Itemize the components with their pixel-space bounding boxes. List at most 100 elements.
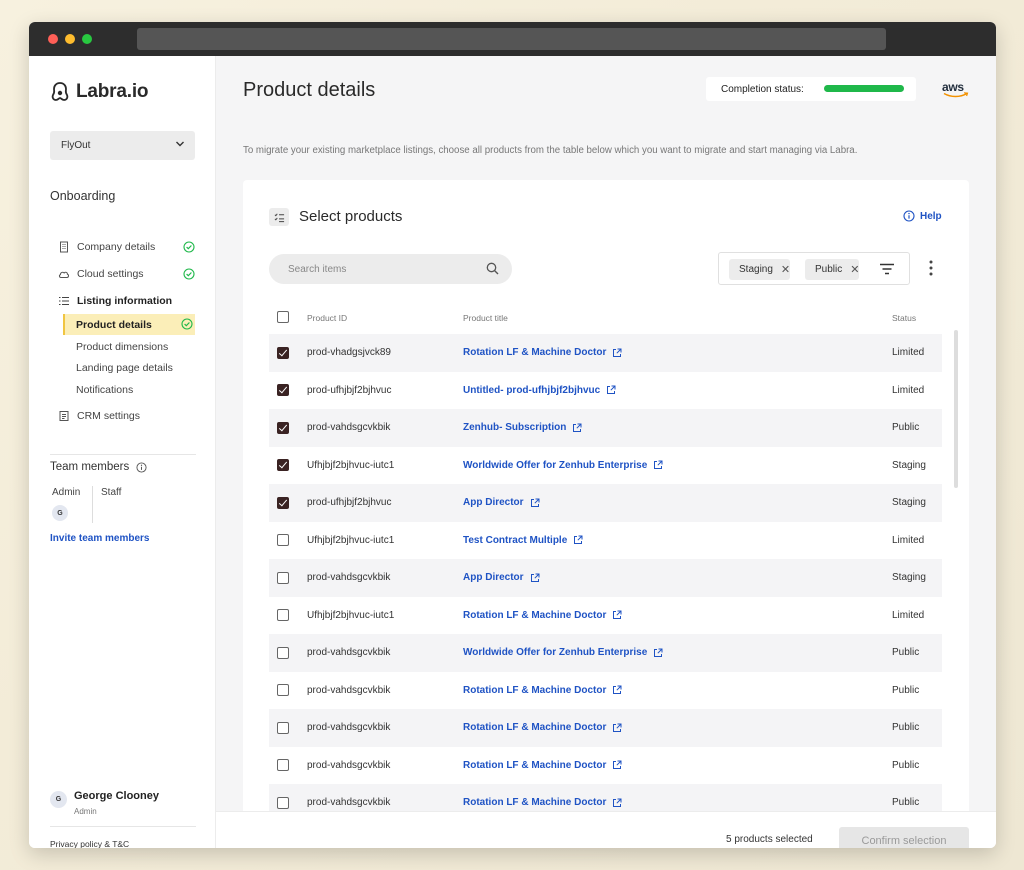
footer-bar: 5 products selected Confirm selection: [216, 811, 996, 848]
product-id-cell: prod-vahdsgcvkbik: [307, 759, 391, 771]
address-bar[interactable]: [137, 28, 886, 50]
external-link-icon[interactable]: [606, 685, 622, 695]
external-link-icon[interactable]: [566, 423, 582, 433]
row-checkbox[interactable]: [277, 571, 289, 584]
table-row[interactable]: Ufhjbjf2bjhvuc-iutc1 Worldwide Offer for …: [269, 447, 942, 485]
row-checkbox[interactable]: [277, 421, 289, 434]
invite-team-members-link[interactable]: Invite team members: [50, 533, 150, 544]
sidebar-subitem-landing-page-details[interactable]: Landing page details: [63, 357, 195, 378]
search-icon[interactable]: [486, 262, 499, 275]
select-all-checkbox[interactable]: [277, 311, 289, 323]
search-input[interactable]: Search items: [269, 254, 512, 284]
help-link[interactable]: Help: [903, 210, 942, 222]
product-title-link[interactable]: Rotation LF & Machine Doctor: [463, 760, 622, 771]
org-select[interactable]: FlyOut: [50, 131, 195, 160]
table-row[interactable]: prod-vahdsgcvkbik App Director Staging: [269, 559, 942, 597]
remove-filter-icon[interactable]: ✕: [781, 263, 790, 276]
filter-chip-public[interactable]: Public ✕: [805, 259, 860, 280]
external-link-icon[interactable]: [606, 798, 622, 808]
sidebar-subitem-notifications[interactable]: Notifications: [63, 379, 195, 400]
sidebar-item-crm-settings[interactable]: CRM settings: [58, 407, 195, 425]
info-icon: [903, 210, 915, 222]
table-row[interactable]: prod-vahdsgcvkbik Worldwide Offer for Zen…: [269, 634, 942, 672]
minimize-window-button[interactable]: [65, 34, 75, 44]
check-circle-icon: [183, 268, 195, 280]
table-row[interactable]: prod-ufhjbjf2bjhvuc App Director Staging: [269, 484, 942, 522]
status-cell: Staging: [892, 497, 926, 508]
confirm-selection-button[interactable]: Confirm selection: [839, 827, 969, 848]
row-checkbox[interactable]: [277, 496, 289, 509]
product-title-link[interactable]: Rotation LF & Machine Doctor: [463, 722, 622, 733]
product-title-link[interactable]: App Director: [463, 497, 540, 508]
table-row[interactable]: prod-ufhjbjf2bjhvuc Untitled- prod-ufhjbj…: [269, 372, 942, 410]
row-checkbox[interactable]: [277, 459, 289, 471]
more-options-icon[interactable]: [929, 260, 933, 276]
product-title-link[interactable]: Rotation LF & Machine Doctor: [463, 610, 622, 621]
row-checkbox[interactable]: [277, 759, 289, 771]
table-row[interactable]: Ufhjbjf2bjhvuc-iutc1 Test Contract Multip…: [269, 522, 942, 560]
filter-icon[interactable]: [879, 261, 895, 277]
external-link-icon[interactable]: [647, 648, 663, 658]
table-row[interactable]: prod-vahdsgcvkbik Zenhub- Subscription Pub…: [269, 409, 942, 447]
table-row[interactable]: prod-vahdsgcvkbik Rotation LF & Machine D…: [269, 709, 942, 747]
row-checkbox[interactable]: [277, 384, 289, 396]
row-checkbox[interactable]: [277, 684, 289, 696]
close-window-button[interactable]: [48, 34, 58, 44]
remove-filter-icon[interactable]: ✕: [850, 263, 859, 276]
product-title-link[interactable]: Rotation LF & Machine Doctor: [463, 797, 622, 808]
status-cell: Public: [892, 684, 920, 696]
current-user[interactable]: G George Clooney Admin: [50, 790, 159, 816]
table-row[interactable]: prod-vahdsgcvkbik Rotation LF & Machine D…: [269, 672, 942, 710]
product-title-text: Rotation LF & Machine Doctor: [463, 722, 607, 733]
table-scrollbar[interactable]: [954, 330, 958, 488]
product-id-cell: Ufhjbjf2bjhvuc-iutc1: [307, 609, 395, 621]
product-title-link[interactable]: Zenhub- Subscription: [463, 422, 582, 433]
product-title-link[interactable]: Untitled- prod-ufhjbjf2bjhvuc: [463, 385, 616, 396]
product-title-text: Worldwide Offer for Zenhub Enterprise: [463, 647, 648, 658]
table-row[interactable]: prod-vahdsgcvkbik Rotation LF & Machine D…: [269, 747, 942, 785]
avatar[interactable]: G: [52, 505, 68, 521]
table-row[interactable]: prod-vhadgsjvck89 Rotation LF & Machine D…: [269, 334, 942, 372]
info-icon[interactable]: [136, 461, 147, 473]
intro-text: To migrate your existing marketplace lis…: [243, 145, 858, 156]
row-checkbox[interactable]: [277, 796, 289, 809]
product-id-cell: prod-ufhjbjf2bjhvuc: [307, 497, 392, 508]
row-checkbox[interactable]: [277, 721, 289, 734]
sidebar-item-company-details[interactable]: Company details: [58, 238, 195, 256]
row-checkbox[interactable]: [277, 646, 289, 659]
maximize-window-button[interactable]: [82, 34, 92, 44]
selected-count: 5 products selected: [726, 834, 813, 845]
sidebar-subitem-product-dimensions[interactable]: Product dimensions: [63, 336, 195, 357]
filter-chip-staging[interactable]: Staging ✕: [729, 259, 791, 280]
external-link-icon[interactable]: [647, 460, 663, 470]
sidebar-item-listing-information[interactable]: Listing information: [58, 292, 195, 310]
product-title-text: Test Contract Multiple: [463, 534, 568, 546]
external-link-icon[interactable]: [606, 723, 622, 733]
external-link-icon[interactable]: [606, 348, 622, 358]
privacy-policy-link[interactable]: Privacy policy & T&C: [50, 839, 129, 848]
external-link-icon[interactable]: [524, 498, 540, 508]
product-title-link[interactable]: App Director: [463, 572, 540, 583]
product-title-link[interactable]: Rotation LF & Machine Doctor: [463, 347, 622, 358]
row-checkbox[interactable]: [277, 346, 289, 359]
logo[interactable]: Labra.io: [50, 81, 149, 103]
external-link-icon[interactable]: [606, 760, 622, 770]
product-title-link[interactable]: Test Contract Multiple: [463, 535, 583, 546]
external-link-icon[interactable]: [606, 610, 622, 620]
product-id-cell: prod-vahdsgcvkbik: [307, 647, 391, 658]
external-link-icon[interactable]: [567, 535, 583, 545]
product-title-text: Zenhub- Subscription: [463, 422, 567, 433]
external-link-icon[interactable]: [600, 385, 616, 395]
sidebar-subitem-product-details[interactable]: Product details: [63, 314, 195, 335]
product-title-link[interactable]: Worldwide Offer for Zenhub Enterprise: [463, 460, 663, 471]
external-link-icon[interactable]: [524, 573, 540, 583]
sidebar-item-cloud-settings[interactable]: Cloud settings: [58, 265, 195, 283]
product-title-text: Untitled- prod-ufhjbjf2bjhvuc: [463, 384, 601, 396]
product-title-link[interactable]: Rotation LF & Machine Doctor: [463, 685, 622, 696]
row-checkbox[interactable]: [277, 609, 289, 621]
product-title-link[interactable]: Worldwide Offer for Zenhub Enterprise: [463, 647, 663, 658]
product-id-cell: prod-vahdsgcvkbik: [307, 572, 391, 583]
sidebar-item-label: Company details: [77, 241, 156, 253]
table-row[interactable]: Ufhjbjf2bjhvuc-iutc1 Rotation LF & Machin…: [269, 597, 942, 635]
row-checkbox[interactable]: [277, 534, 289, 546]
